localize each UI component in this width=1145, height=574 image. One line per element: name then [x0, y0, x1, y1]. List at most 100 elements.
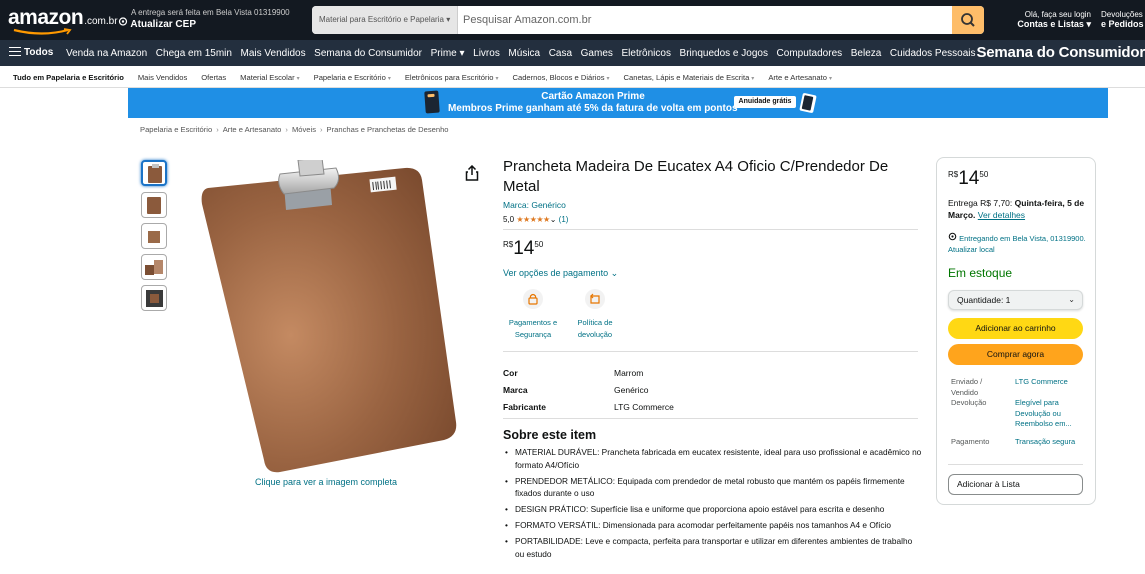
breadcrumb-link[interactable]: Móveis	[292, 125, 316, 134]
buy-now-button[interactable]: Comprar agora	[948, 344, 1083, 365]
delivery-details-link[interactable]: Ver detalhes	[978, 210, 1025, 220]
return-policy-link[interactable]: Elegível para Devolução ou Reembolso em.…	[1015, 398, 1085, 430]
meta-key-shipped: Enviado / Vendido	[951, 377, 983, 397]
delivery-location-link[interactable]: Entregando em Bela Vista, 01319900. Atua…	[948, 232, 1088, 255]
search-input[interactable]	[458, 6, 952, 34]
nav-item[interactable]: Eletrônicos	[621, 48, 670, 59]
subnav-item[interactable]: Cadernos, Blocos e Diários ▾	[512, 73, 609, 82]
banner-title: Cartão Amazon Prime	[541, 91, 645, 102]
account-menu[interactable]: Olá, faça seu login Contas e Listas ▾	[1013, 10, 1091, 30]
secure-payment-icon[interactable]	[523, 289, 543, 309]
subnav-item[interactable]: Canetas, Lápis e Materiais de Escrita ▾	[624, 73, 755, 82]
spec-key: Marca	[503, 385, 528, 395]
main-nav-list: Venda na Amazon Chega em 15min Mais Vend…	[66, 40, 984, 66]
feature-payments-label[interactable]: Pagamentos e Segurança	[503, 317, 563, 341]
subnav-item[interactable]: Arte e Artesanato ▾	[768, 73, 832, 82]
subnav-item[interactable]: Material Escolar ▾	[240, 73, 299, 82]
returns-orders[interactable]: Devoluções e Pedidos	[1101, 10, 1145, 29]
thumbnail-4[interactable]	[141, 254, 167, 280]
delivery-line2: Atualizar CEP	[130, 19, 196, 30]
logo-text: amazon	[8, 6, 84, 29]
nav-item[interactable]: Games	[581, 48, 613, 59]
chevron-down-icon: ▾	[459, 47, 465, 59]
banner-subtitle: Membros Prime ganham até 5% da fatura de…	[448, 103, 738, 114]
nav-item[interactable]: Música	[508, 48, 540, 59]
about-bullets: MATERIAL DURÁVEL: Prancheta fabricada em…	[503, 446, 923, 564]
chevron-down-icon: ⌄	[1068, 295, 1075, 304]
product-price: R$1450	[503, 238, 544, 259]
account-lists-label: Contas e Listas	[1017, 19, 1084, 29]
promo-link[interactable]: Semana do Consumidor	[976, 40, 1145, 66]
product-image[interactable]	[180, 160, 480, 475]
subnav-item[interactable]: Eletrônicos para Escritório ▾	[405, 73, 499, 82]
amazon-logo[interactable]: amazon.com.br	[8, 6, 118, 35]
add-to-cart-button[interactable]: Adicionar ao carrinho	[948, 318, 1083, 339]
sub-nav: Tudo em Papelaria e Escritório Mais Vend…	[0, 66, 1145, 88]
nav-item[interactable]: Venda na Amazon	[66, 48, 147, 59]
buybox-price: R$1450	[948, 168, 989, 189]
breadcrumb-separator: ›	[320, 125, 323, 134]
seller-link[interactable]: LTG Commerce	[1015, 377, 1085, 388]
search-icon	[961, 13, 975, 27]
breadcrumb-separator: ›	[285, 125, 288, 134]
thumbnail-3[interactable]	[141, 223, 167, 249]
breadcrumb-link[interactable]: Pranchas e Pranchetas de Desenho	[327, 125, 449, 134]
breadcrumb-link[interactable]: Papelaria e Escritório	[140, 125, 212, 134]
rating-value: 5,0	[503, 215, 515, 224]
share-icon[interactable]	[465, 165, 479, 181]
subnav-item[interactable]: Tudo em Papelaria e Escritório	[13, 73, 124, 82]
spec-value: LTG Commerce	[614, 402, 674, 412]
spec-value: Genérico	[614, 385, 649, 395]
payment-options-link[interactable]: Ver opções de pagamento ⌄	[503, 268, 618, 279]
nav-item[interactable]: Semana do Consumidor	[314, 48, 422, 59]
nav-item[interactable]: Cuidados Pessoais	[890, 48, 976, 59]
chevron-down-icon: ⌄	[610, 268, 619, 278]
nav-item[interactable]: Casa	[549, 48, 572, 59]
subnav-item[interactable]: Mais Vendidos	[138, 73, 187, 82]
delivery-location[interactable]: A entrega será feita em Bela Vista 01319…	[118, 8, 308, 30]
search-button[interactable]	[952, 6, 984, 34]
dropdown-caret-icon: ▾	[446, 15, 451, 24]
all-menu-button[interactable]: Todos	[9, 40, 53, 66]
nav-item[interactable]: Beleza	[851, 48, 882, 59]
view-full-image-link[interactable]: Clique para ver a imagem completa	[255, 477, 397, 487]
hamburger-icon	[9, 47, 21, 56]
chevron-down-icon: ▾	[495, 75, 499, 82]
thumbnail-2[interactable]	[141, 192, 167, 218]
meta-key-return: Devolução	[951, 398, 987, 407]
thumbnail-5[interactable]	[141, 285, 167, 311]
about-heading: Sobre este item	[503, 428, 597, 442]
quantity-select[interactable]: Quantidade: 1 ⌄	[948, 290, 1083, 310]
chevron-down-icon: ▾	[296, 75, 300, 82]
list-item: DESIGN PRÁTICO: Superfície lisa e unifor…	[503, 503, 923, 516]
nav-item[interactable]: Mais Vendidos	[241, 48, 306, 59]
delivery-info: Entrega R$ 7,70: Quinta-feira, 5 de Març…	[948, 198, 1085, 220]
breadcrumb-link[interactable]: Arte e Artesanato	[223, 125, 282, 134]
brand-link[interactable]: Marca: Genérico	[503, 200, 566, 210]
thumbnail-1[interactable]	[141, 160, 167, 186]
meta-key-payment: Pagamento	[951, 437, 990, 446]
add-to-list-button[interactable]: Adicionar à Lista	[948, 474, 1083, 495]
top-nav: amazon.com.br A entrega será feita em Be…	[0, 0, 1145, 40]
list-item: FORMATO VERSÁTIL: Dimensionada para acom…	[503, 519, 923, 532]
subnav-item[interactable]: Ofertas	[201, 73, 226, 82]
logo-tld: .com.br	[84, 16, 118, 27]
rating-summary[interactable]: 5,0 ★★★★★⌄ (1)	[503, 215, 568, 224]
feature-returns-label[interactable]: Política de devolução	[565, 317, 625, 341]
chevron-down-icon: ⌄	[549, 215, 557, 224]
nav-item[interactable]: Chega em 15min	[156, 48, 232, 59]
nav-item[interactable]: Computadores	[777, 48, 843, 59]
secure-transaction-link[interactable]: Transação segura	[1015, 437, 1085, 448]
chevron-down-icon: ▾	[606, 75, 610, 82]
nav-item[interactable]: Brinquedos e Jogos	[680, 48, 768, 59]
list-item: PRENDEDOR METÁLICO: Equipada com prended…	[503, 475, 923, 500]
location-pin-icon	[948, 232, 957, 241]
nav-item-prime[interactable]: Prime ▾	[431, 48, 465, 59]
list-item: MATERIAL DURÁVEL: Prancheta fabricada em…	[503, 446, 923, 471]
prime-card-banner[interactable]: Cartão Amazon Prime Membros Prime ganham…	[128, 88, 1108, 118]
search-category-dropdown[interactable]: Material para Escritório e Papelaria ▾	[312, 6, 458, 34]
return-policy-icon[interactable]	[585, 289, 605, 309]
nav-item[interactable]: Livros	[473, 48, 500, 59]
star-rating-icon: ★★★★★	[516, 215, 550, 224]
subnav-item[interactable]: Papelaria e Escritório ▾	[314, 73, 391, 82]
